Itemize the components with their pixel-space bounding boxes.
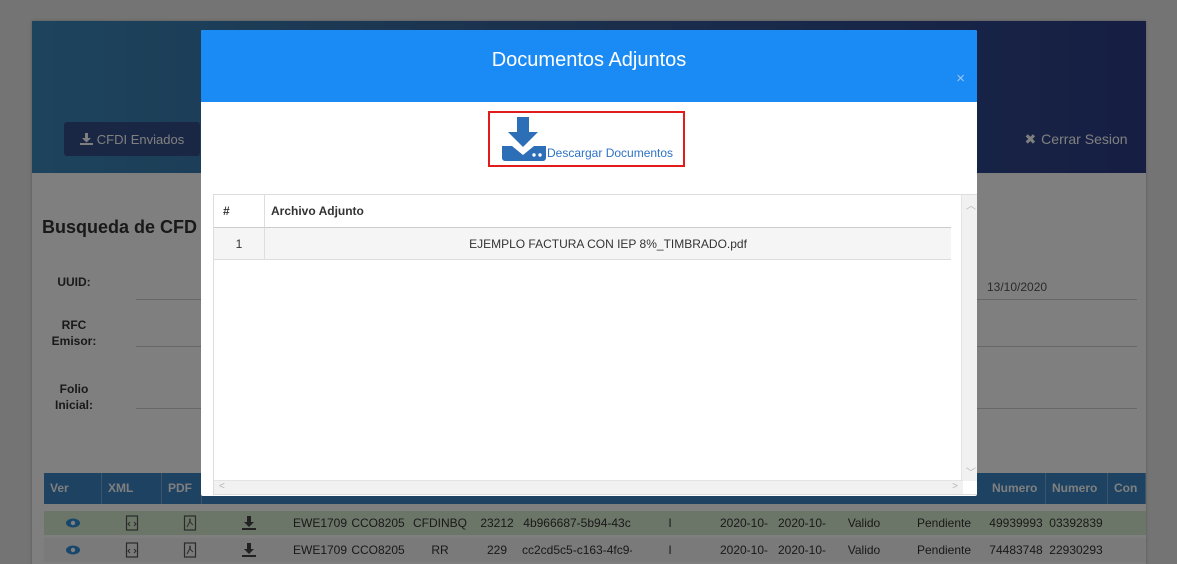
horizontal-scrollbar[interactable]: < > bbox=[214, 480, 963, 494]
col-attachment: Archivo Adjunto bbox=[265, 195, 951, 228]
attachments-table: # Archivo Adjunto 1 EJEMPLO FACTURA CON … bbox=[213, 194, 977, 495]
modal-header: Documentos Adjuntos × bbox=[201, 30, 977, 102]
scroll-right-icon[interactable]: > bbox=[952, 481, 958, 492]
close-icon[interactable]: × bbox=[956, 70, 965, 87]
vertical-scrollbar[interactable]: ︿ ﹀ bbox=[961, 195, 977, 481]
attachment-row-file[interactable]: EJEMPLO FACTURA CON IEP 8%_TIMBRADO.pdf bbox=[265, 228, 951, 260]
download-drive-icon bbox=[502, 117, 546, 161]
modal-title: Documentos Adjuntos bbox=[491, 49, 687, 71]
attachments-modal: Documentos Adjuntos × Descargar Document… bbox=[201, 30, 977, 496]
scroll-up-icon[interactable]: ︿ bbox=[966, 197, 976, 212]
download-documents-button[interactable]: Descargar Documentos bbox=[488, 111, 685, 167]
download-documents-link[interactable]: Descargar Documentos bbox=[547, 146, 673, 160]
col-number: # bbox=[214, 195, 265, 228]
scroll-left-icon[interactable]: < bbox=[219, 481, 225, 492]
attachment-row-number: 1 bbox=[214, 228, 265, 260]
scroll-down-icon[interactable]: ﹀ bbox=[966, 464, 976, 479]
